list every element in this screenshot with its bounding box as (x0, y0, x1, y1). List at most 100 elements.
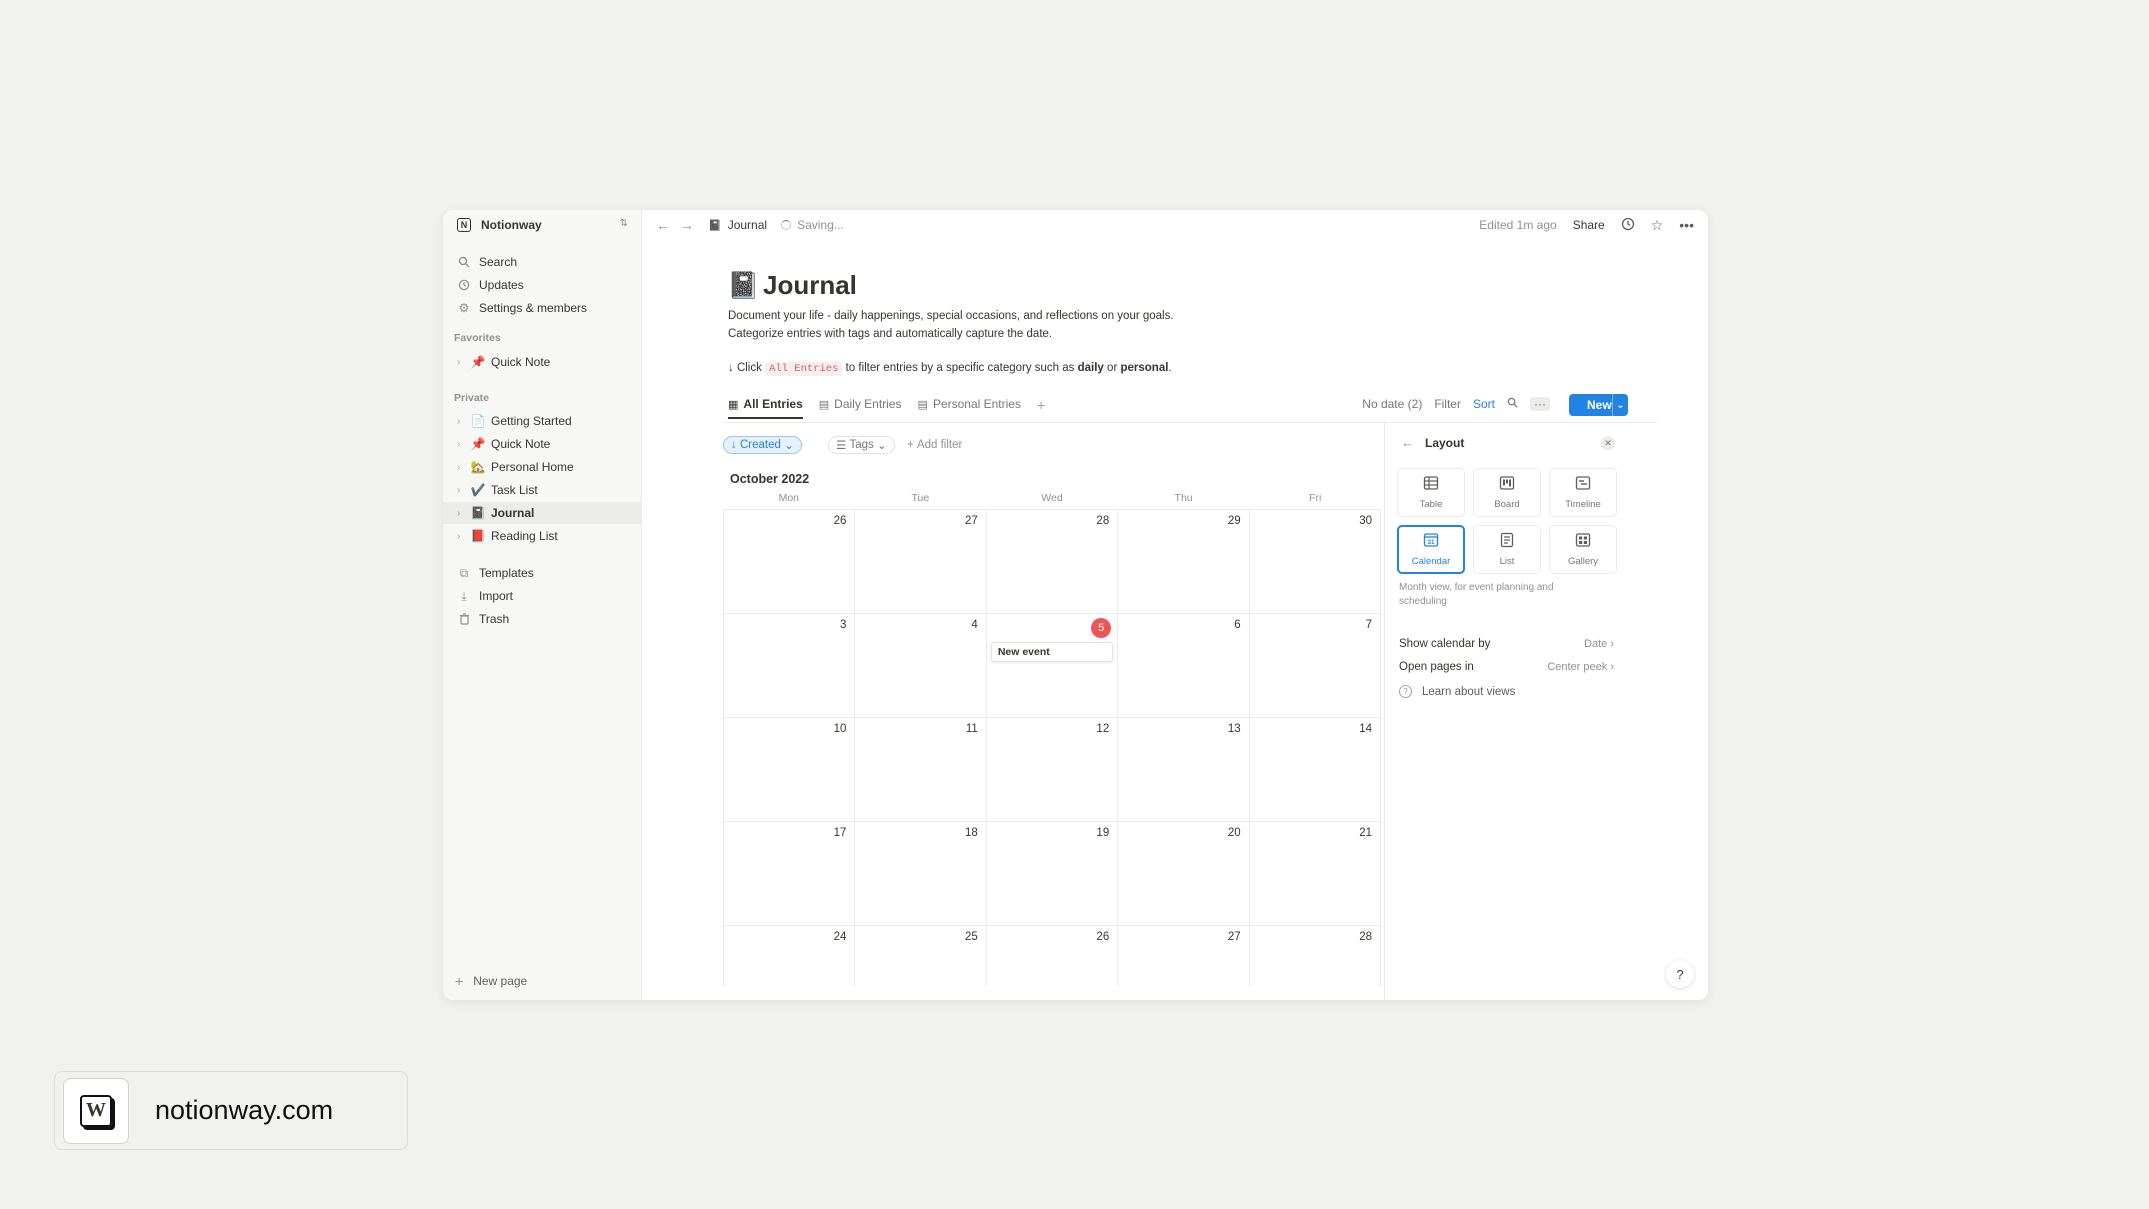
no-date-button[interactable]: No date (2) (1362, 397, 1422, 411)
calendar-day[interactable]: 27 (854, 510, 985, 613)
chevron-right-icon[interactable]: › (457, 439, 467, 450)
calendar-day[interactable]: 19 (985, 822, 1117, 925)
calendar-day[interactable]: 14 (1248, 718, 1382, 821)
chevron-right-icon[interactable]: › (457, 531, 467, 542)
calendar-day[interactable]: 11 (854, 718, 985, 821)
chevron-down-icon[interactable]: ⌄ (1612, 394, 1628, 416)
filter-button[interactable]: Filter (1434, 397, 1461, 411)
breadcrumb[interactable]: Journal (728, 218, 767, 232)
calendar-day[interactable]: 25 (854, 926, 985, 986)
day-number: 12 (1096, 723, 1110, 735)
new-entry-button[interactable]: New ⌄ (1569, 394, 1628, 416)
calendar-day[interactable]: 13 (1117, 718, 1248, 821)
add-filter-button[interactable]: + Add filter (907, 436, 962, 454)
chevron-right-icon[interactable]: › (457, 416, 467, 427)
chevron-right-icon[interactable]: › (457, 508, 467, 519)
new-page-button[interactable]: + New page (443, 970, 642, 992)
star-icon[interactable]: ☆ (1651, 217, 1664, 234)
calendar-day[interactable]: 12 (985, 718, 1117, 821)
layout-option-list[interactable]: List (1473, 525, 1541, 574)
new-label: New (1587, 398, 1612, 412)
layout-option-gallery[interactable]: Gallery (1549, 525, 1617, 574)
sidebar-import[interactable]: ⤓ Import (443, 585, 642, 607)
sidebar-item-journal[interactable]: › 📓 Journal (443, 502, 642, 524)
workspace-switcher[interactable]: N Notionway ⇅ (443, 210, 642, 240)
calendar-day[interactable]: 3 (723, 614, 854, 717)
back-arrow-icon[interactable]: ← (1401, 435, 1414, 450)
trash-icon (457, 612, 471, 626)
layout-option-board[interactable]: Board (1473, 468, 1541, 517)
calendar-day[interactable]: 28 (1248, 926, 1382, 986)
page-description: Document your life - daily happenings, s… (728, 307, 1174, 343)
weekday-label: Fri (1309, 492, 1322, 504)
layout-option-timeline[interactable]: Timeline (1549, 468, 1617, 517)
sidebar-item-getting-started[interactable]: › 📄 Getting Started (443, 410, 642, 432)
sidebar-item-task-list[interactable]: › ✔️ Task List (443, 479, 642, 501)
calendar-day[interactable]: 26 (985, 926, 1117, 986)
history-icon[interactable] (1621, 217, 1635, 234)
day-number: 28 (1359, 931, 1373, 943)
book-icon: 📕 (470, 529, 486, 543)
sort-button[interactable]: Sort (1473, 397, 1495, 411)
calendar-day[interactable]: 18 (854, 822, 985, 925)
tip-text: to filter entries by a specific category… (845, 362, 1075, 374)
chevron-right-icon[interactable]: › (457, 357, 467, 368)
open-pages-in-row[interactable]: Open pages in Center peek › (1399, 661, 1614, 673)
day-number: 6 (1234, 619, 1241, 631)
calendar-day[interactable]: 28 (985, 510, 1117, 613)
sidebar-trash[interactable]: Trash (443, 608, 642, 630)
new-page-label: New page (473, 974, 528, 988)
sidebar-item-quick-note[interactable]: › 📌 Quick Note (443, 433, 642, 455)
sidebar-updates[interactable]: Updates (443, 274, 642, 296)
calendar-day[interactable]: 29 (1117, 510, 1248, 613)
forward-arrow-icon[interactable]: → (680, 217, 694, 233)
calendar-day[interactable]: 24 (723, 926, 854, 986)
calendar-day[interactable]: 10 (723, 718, 854, 821)
layout-label: Calendar (1411, 556, 1451, 567)
layout-option-table[interactable]: Table (1397, 468, 1465, 517)
help-button[interactable]: ? (1666, 960, 1694, 988)
day-number: 17 (833, 827, 847, 839)
calendar-day[interactable]: 30 (1248, 510, 1382, 613)
back-arrow-icon[interactable]: ← (656, 217, 670, 233)
more-icon[interactable]: ••• (1679, 217, 1694, 233)
page-emoji-icon[interactable]: 📓 (727, 270, 759, 301)
more-icon[interactable]: ··· (1530, 397, 1550, 411)
weekday-label: Wed (1041, 492, 1063, 504)
close-icon[interactable]: ✕ (1601, 436, 1615, 450)
calendar-day[interactable]: 4 (854, 614, 985, 717)
calendar-day[interactable]: 7 (1248, 614, 1382, 717)
calendar-day[interactable]: 6 (1117, 614, 1248, 717)
sidebar-item-quick-note-fav[interactable]: › 📌 Quick Note (443, 351, 642, 373)
sidebar-item-personal-home[interactable]: › 🏡 Personal Home (443, 456, 642, 478)
share-button[interactable]: Share (1573, 218, 1605, 232)
tab-all-entries[interactable]: ▦ All Entries (728, 397, 803, 419)
tags-filter-chip[interactable]: ☰ Tags ⌄ (828, 436, 895, 454)
day-number: 28 (1096, 515, 1110, 527)
chevron-right-icon[interactable]: › (457, 485, 467, 496)
sidebar-settings[interactable]: ⚙ Settings & members (443, 297, 642, 319)
calendar-day[interactable]: 20 (1117, 822, 1248, 925)
list-icon (1499, 532, 1515, 553)
topbar: ← → 📓 Journal Saving... Edited 1m ago Sh… (642, 210, 1708, 240)
layout-option-calendar[interactable]: 31 Calendar (1397, 525, 1465, 574)
switch-workspace-icon[interactable]: ⇅ (620, 218, 628, 229)
calendar-day[interactable]: 26 (723, 510, 854, 613)
show-calendar-by-row[interactable]: Show calendar by Date › (1399, 638, 1614, 650)
calendar-day[interactable]: 17 (723, 822, 854, 925)
learn-about-views-link[interactable]: ? Learn about views (1399, 685, 1515, 698)
calendar-day[interactable]: 21 (1248, 822, 1382, 925)
calendar-day[interactable]: 27 (1117, 926, 1248, 986)
created-sort-chip[interactable]: ↓ Created ⌄ (723, 436, 802, 454)
page-title[interactable]: Journal (763, 270, 857, 301)
calendar-day-today[interactable]: 5 New event (985, 614, 1117, 717)
add-view-icon[interactable]: + (1037, 397, 1045, 413)
event-card[interactable]: New event (990, 642, 1114, 662)
sidebar-item-reading-list[interactable]: › 📕 Reading List (443, 525, 642, 547)
tab-personal-entries[interactable]: ▤ Personal Entries (918, 397, 1021, 417)
search-icon[interactable] (1507, 397, 1518, 411)
sidebar-search[interactable]: Search (443, 251, 642, 273)
sidebar-templates[interactable]: ⧉ Templates (443, 562, 642, 584)
tab-daily-entries[interactable]: ▤ Daily Entries (819, 397, 902, 417)
chevron-right-icon[interactable]: › (457, 462, 467, 473)
